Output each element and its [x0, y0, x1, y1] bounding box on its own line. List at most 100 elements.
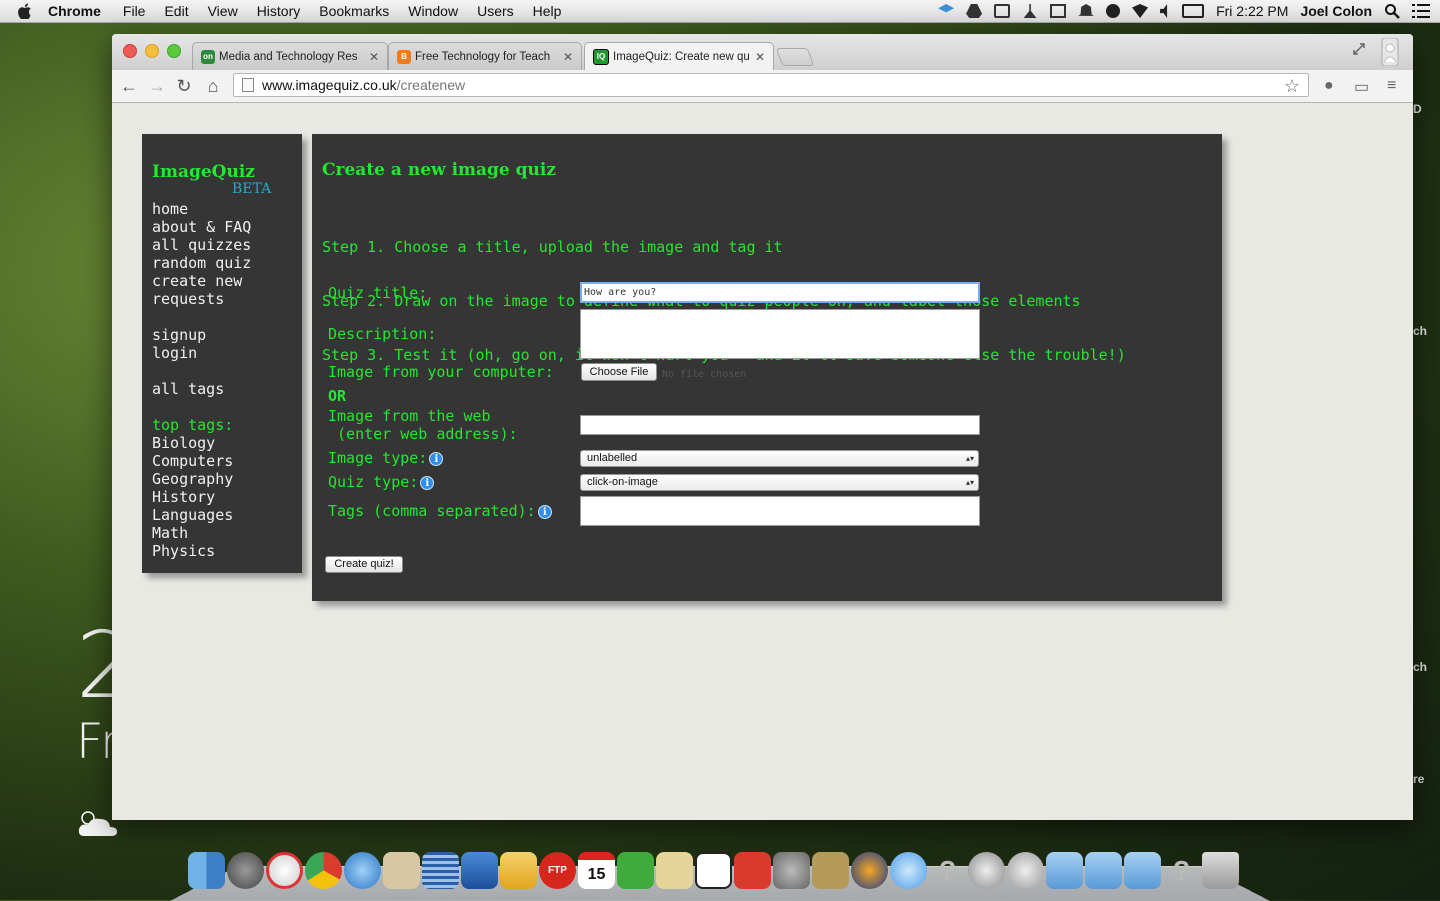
tag-computers[interactable]: Computers [152, 452, 292, 470]
help-icon[interactable]: ? [1163, 852, 1200, 889]
safari-icon[interactable] [344, 852, 381, 889]
drive-icon[interactable] [966, 4, 983, 18]
calendar-icon[interactable]: 15 [578, 852, 615, 889]
back-arrow-icon[interactable]: ← [120, 77, 138, 95]
image-type-select[interactable]: unlabelled ▴▾ [580, 450, 979, 467]
pencil-icon[interactable] [695, 852, 732, 889]
tag-history[interactable]: History [152, 488, 292, 506]
nav-about-faq[interactable]: about & FAQ [152, 218, 292, 236]
nav-home[interactable]: home [152, 200, 292, 218]
finder-icon[interactable] [188, 852, 225, 889]
close-tab-icon[interactable]: ✕ [369, 50, 379, 64]
tab-imagequiz[interactable]: IQ ImageQuiz: Create new qu ✕ [584, 42, 774, 70]
tag-physics[interactable]: Physics [152, 542, 292, 560]
display-icon[interactable] [1050, 4, 1067, 18]
menu-app-name[interactable]: Chrome [48, 3, 101, 19]
app-icon[interactable] [383, 852, 420, 889]
textedit-icon[interactable] [656, 852, 693, 889]
tag-math[interactable]: Math [152, 524, 292, 542]
tag-biology[interactable]: Biology [152, 434, 292, 452]
wifi-icon[interactable] [1132, 4, 1149, 18]
system-preferences-icon[interactable] [773, 852, 810, 889]
menubar-user[interactable]: Joel Colon [1300, 3, 1372, 19]
forward-arrow-icon[interactable]: → [148, 77, 166, 95]
quiz-type-select[interactable]: click-on-image ▴▾ [580, 474, 979, 491]
profile-avatar-icon[interactable] [1380, 38, 1400, 66]
ftp-icon[interactable]: FTP [539, 852, 576, 889]
menu-view[interactable]: View [208, 3, 238, 19]
menu-users[interactable]: Users [477, 3, 514, 19]
tab-free-technology[interactable]: B Free Technology for Teach ✕ [388, 42, 582, 70]
address-bar[interactable]: www.imagequiz.co.uk/createnew ☆ [233, 73, 1309, 97]
tab-media-technology[interactable]: on Media and Technology Res ✕ [192, 42, 388, 70]
info-icon[interactable]: i [429, 451, 444, 466]
new-tab-button[interactable] [775, 48, 815, 66]
battery-icon[interactable] [1182, 4, 1205, 18]
nav-all-quizzes[interactable]: all quizzes [152, 236, 292, 254]
nav-random-quiz[interactable]: random quiz [152, 254, 292, 272]
menu-history[interactable]: History [257, 3, 301, 19]
folder-icon[interactable] [1046, 852, 1083, 889]
zoom-window-button[interactable] [167, 44, 181, 58]
launchpad-icon[interactable] [227, 852, 264, 889]
nav-requests[interactable]: requests [152, 290, 292, 308]
notes-icon[interactable] [422, 852, 459, 889]
broom-icon[interactable] [1023, 4, 1037, 18]
nav-login[interactable]: login [152, 344, 292, 362]
menu-file[interactable]: File [123, 3, 146, 19]
help-circle-icon[interactable] [1106, 4, 1121, 18]
mail-icon[interactable] [1007, 852, 1044, 889]
nav-all-tags[interactable]: all tags [152, 380, 292, 398]
menu-window[interactable]: Window [408, 3, 458, 19]
spotlight-search-icon[interactable] [1384, 3, 1400, 19]
folder-icon[interactable] [1124, 852, 1161, 889]
image-url-input[interactable] [580, 415, 980, 435]
extension-icon[interactable]: ● [1324, 77, 1334, 95]
keynote-icon[interactable] [461, 852, 498, 889]
menu-edit[interactable]: Edit [164, 3, 188, 19]
dropbox-icon[interactable] [938, 4, 955, 13]
photo-icon[interactable] [266, 852, 303, 889]
close-tab-icon[interactable]: ✕ [755, 50, 765, 64]
close-tab-icon[interactable]: ✕ [563, 50, 573, 64]
nav-signup[interactable]: signup [152, 326, 292, 344]
menu-bookmarks[interactable]: Bookmarks [319, 3, 389, 19]
disk-icon[interactable] [968, 852, 1005, 889]
notification-bell-icon[interactable] [1078, 4, 1095, 16]
messages-icon[interactable] [890, 852, 927, 889]
quiz-title-input[interactable]: How are you? [580, 282, 980, 303]
folder-icon[interactable] [1085, 852, 1122, 889]
menu-help[interactable]: Help [533, 3, 562, 19]
presentation-icon[interactable] [734, 852, 771, 889]
info-icon[interactable]: i [420, 475, 435, 490]
notification-center-icon[interactable] [1412, 4, 1430, 18]
tags-input[interactable] [580, 496, 980, 526]
choose-file-button[interactable]: Choose File [581, 363, 657, 381]
tag-geography[interactable]: Geography [152, 470, 292, 488]
chrome-icon[interactable] [305, 852, 342, 889]
help-icon[interactable]: ? [929, 852, 966, 889]
chrome-menu-icon[interactable]: ≡ [1387, 77, 1396, 95]
reload-icon[interactable]: ↻ [175, 77, 193, 95]
trash-icon[interactable] [1202, 852, 1239, 889]
camera-icon[interactable] [994, 4, 1011, 18]
evernote-icon[interactable] [617, 852, 654, 889]
create-quiz-button[interactable]: Create quiz! [325, 556, 403, 573]
tag-languages[interactable]: Languages [152, 506, 292, 524]
bookmark-star-icon[interactable]: ☆ [1284, 76, 1300, 97]
close-window-button[interactable] [123, 44, 137, 58]
fullscreen-icon[interactable] [1352, 42, 1366, 56]
menubar-clock[interactable]: Fri 2:22 PM [1216, 3, 1288, 19]
volume-icon[interactable] [1160, 4, 1168, 18]
cast-icon[interactable]: ▭ [1354, 77, 1369, 97]
utility-icon[interactable] [812, 852, 849, 889]
apple-icon[interactable] [18, 3, 34, 19]
minimize-window-button[interactable] [145, 44, 159, 58]
audacity-icon[interactable] [851, 852, 888, 889]
description-textarea[interactable] [580, 309, 980, 359]
pages-icon[interactable] [500, 852, 537, 889]
home-icon[interactable]: ⌂ [204, 77, 222, 95]
nav-create-new[interactable]: create new [152, 272, 292, 290]
site-logo[interactable]: ImageQuiz [152, 162, 292, 182]
info-icon[interactable]: i [537, 504, 552, 519]
